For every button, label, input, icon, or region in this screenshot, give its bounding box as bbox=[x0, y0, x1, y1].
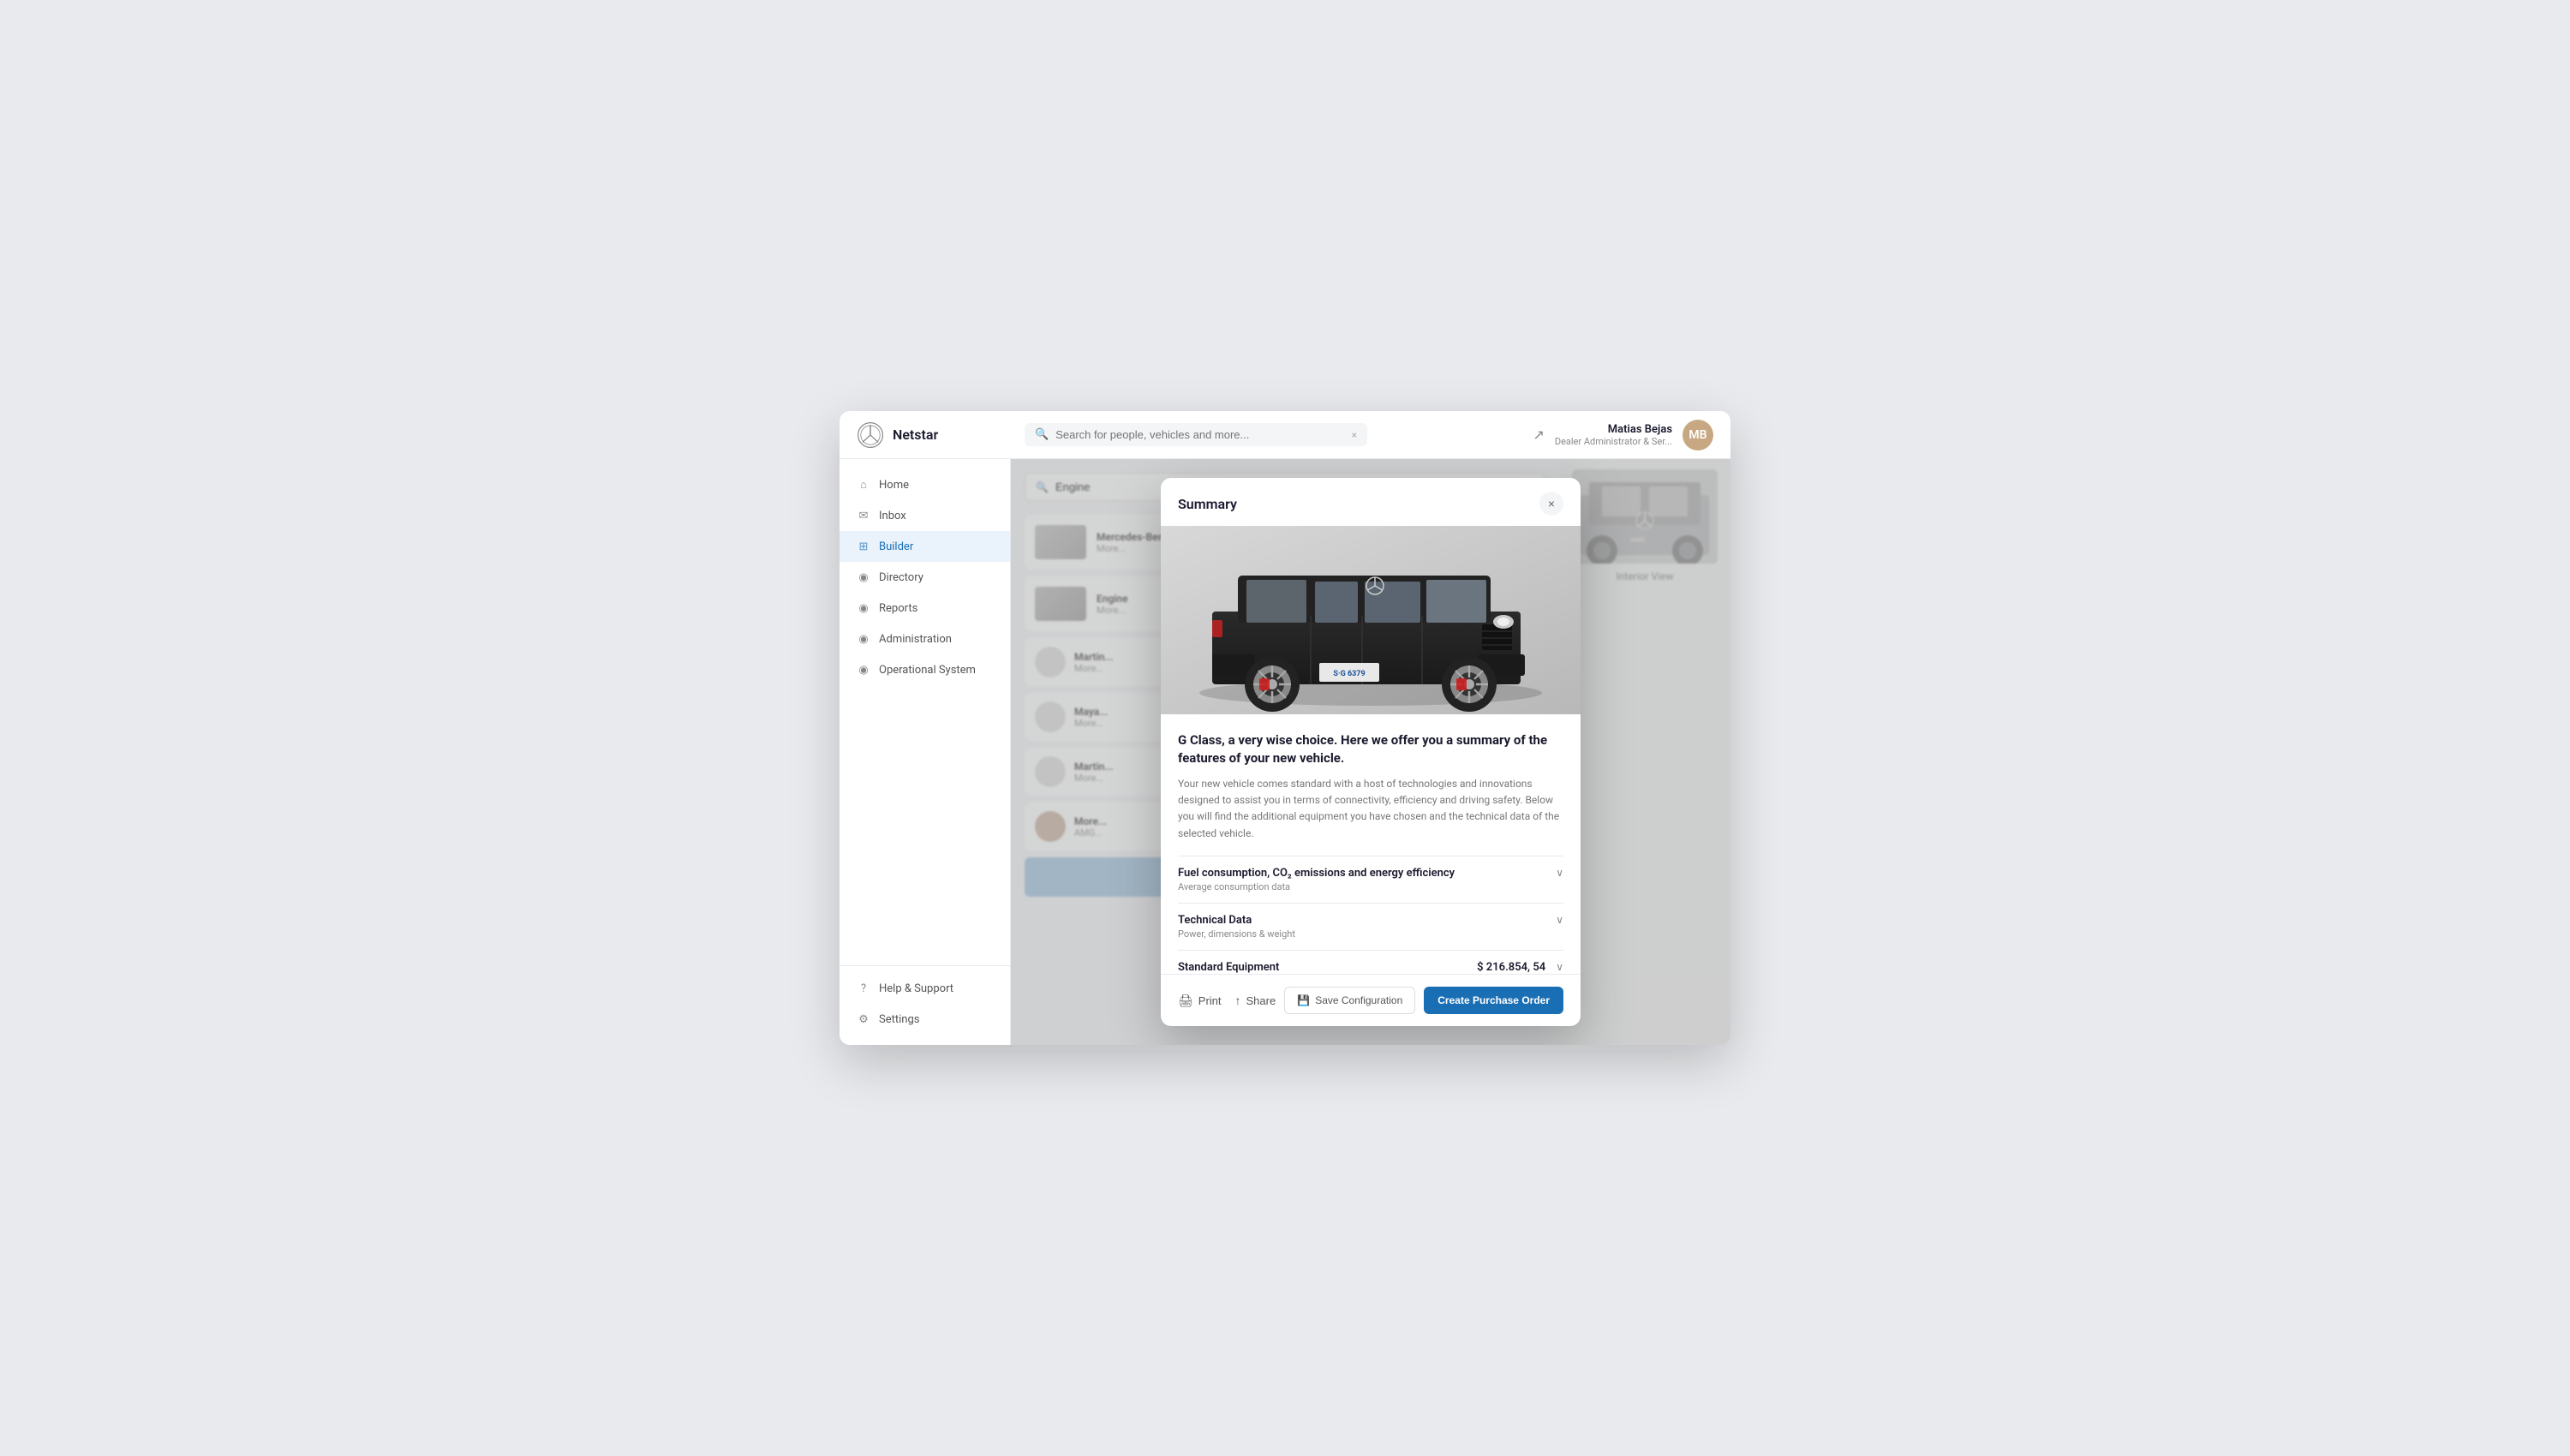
app-container: Netstar 🔍 × ↗ Matias Bejas Dealer Admini… bbox=[840, 411, 1730, 1045]
operational-icon: ◉ bbox=[857, 663, 870, 677]
accordion-technical: Technical Data Power, dimensions & weigh… bbox=[1178, 903, 1563, 950]
sidebar-item-home[interactable]: ⌂ Home bbox=[840, 469, 1010, 500]
search-clear-icon[interactable]: × bbox=[1352, 429, 1357, 441]
user-info: Matias Bejas Dealer Administrator & Ser.… bbox=[1555, 423, 1672, 447]
accordion-fuel-header[interactable]: Fuel consumption, CO₂ emissions and ener… bbox=[1178, 867, 1563, 892]
modal-overlay[interactable]: Summary × bbox=[1011, 459, 1730, 1045]
save-icon: 💾 bbox=[1297, 994, 1310, 1006]
user-name: Matias Bejas bbox=[1555, 423, 1672, 436]
search-icon: 🔍 bbox=[1035, 428, 1049, 441]
sidebar-item-help[interactable]: ? Help & Support bbox=[840, 973, 1010, 1004]
print-icon: 🖨 bbox=[1178, 994, 1193, 1008]
sidebar-bottom: ? Help & Support ⚙ Settings bbox=[840, 965, 1010, 1035]
close-icon: × bbox=[1548, 497, 1555, 510]
create-purchase-order-button[interactable]: Create Purchase Order bbox=[1424, 987, 1563, 1014]
car-hero-image: S·G 6379 bbox=[1161, 526, 1581, 714]
print-button[interactable]: 🖨 Print bbox=[1178, 994, 1222, 1008]
modal-body: G Class, a very wise choice. Here we off… bbox=[1161, 714, 1581, 974]
settings-icon: ⚙ bbox=[857, 1012, 870, 1026]
sidebar-item-builder[interactable]: ⊞ Builder bbox=[840, 531, 1010, 562]
accordion-standard-title: Standard Equipment bbox=[1178, 961, 1477, 974]
topbar-right: ↗ Matias Bejas Dealer Administrator & Se… bbox=[1533, 420, 1713, 451]
builder-icon: ⊞ bbox=[857, 540, 870, 553]
app-title: Netstar bbox=[893, 427, 938, 443]
main-layout: ⌂ Home ✉ Inbox ⊞ Builder ◉ Directory ◉ R… bbox=[840, 459, 1730, 1045]
share-icon: ↑ bbox=[1235, 994, 1241, 1007]
accordion-standard: Standard Equipment Included in MSRP $ 21… bbox=[1178, 950, 1563, 974]
external-link-icon[interactable]: ↗ bbox=[1533, 427, 1544, 443]
reports-icon: ◉ bbox=[857, 601, 870, 615]
summary-modal: Summary × bbox=[1161, 478, 1581, 1026]
inbox-icon: ✉ bbox=[857, 509, 870, 522]
sidebar-item-inbox[interactable]: ✉ Inbox bbox=[840, 500, 1010, 531]
accordion-fuel-sub: Average consumption data bbox=[1178, 881, 1556, 892]
sidebar-item-reports[interactable]: ◉ Reports bbox=[840, 593, 1010, 624]
modal-footer: 🖨 Print ↑ Share 💾 Save Configura bbox=[1161, 974, 1581, 1026]
accordion-fuel: Fuel consumption, CO₂ emissions and ener… bbox=[1178, 856, 1563, 903]
sidebar: ⌂ Home ✉ Inbox ⊞ Builder ◉ Directory ◉ R… bbox=[840, 459, 1011, 1045]
topbar: Netstar 🔍 × ↗ Matias Bejas Dealer Admini… bbox=[840, 411, 1730, 459]
avatar: MB bbox=[1682, 420, 1713, 451]
sidebar-item-settings[interactable]: ⚙ Settings bbox=[840, 1004, 1010, 1035]
chevron-down-icon: ∨ bbox=[1556, 867, 1563, 879]
global-search-bar[interactable]: 🔍 × bbox=[1025, 423, 1367, 446]
content-area: 🔍 × Mercedes-Benz More... Engine bbox=[1011, 459, 1730, 1045]
logo-area: Netstar bbox=[857, 421, 1011, 449]
search-input[interactable] bbox=[1055, 428, 1344, 441]
modal-description: Your new vehicle comes standard with a h… bbox=[1178, 776, 1563, 842]
help-icon: ? bbox=[857, 982, 870, 995]
home-icon: ⌂ bbox=[857, 478, 870, 492]
modal-header: Summary × bbox=[1161, 478, 1581, 526]
accordion-technical-sub: Power, dimensions & weight bbox=[1178, 928, 1556, 940]
user-role: Dealer Administrator & Ser... bbox=[1555, 436, 1672, 447]
standard-equipment-price: $ 216.854, 54 bbox=[1477, 961, 1545, 974]
save-configuration-button[interactable]: 💾 Save Configuration bbox=[1284, 987, 1415, 1014]
accordion-technical-title: Technical Data bbox=[1178, 914, 1556, 927]
accordion-technical-header[interactable]: Technical Data Power, dimensions & weigh… bbox=[1178, 914, 1563, 940]
chevron-down-icon: ∨ bbox=[1556, 961, 1563, 973]
accordion-standard-header[interactable]: Standard Equipment Included in MSRP $ 21… bbox=[1178, 961, 1563, 974]
administration-icon: ◉ bbox=[857, 632, 870, 646]
svg-text:S·G 6379: S·G 6379 bbox=[1333, 670, 1365, 678]
footer-left-actions: 🖨 Print ↑ Share bbox=[1178, 994, 1276, 1008]
modal-close-button[interactable]: × bbox=[1539, 492, 1563, 516]
modal-title: Summary bbox=[1178, 496, 1237, 512]
logo-icon bbox=[857, 421, 884, 449]
accordion-fuel-title: Fuel consumption, CO₂ emissions and ener… bbox=[1178, 867, 1556, 880]
directory-icon: ◉ bbox=[857, 570, 870, 584]
footer-right-actions: 💾 Save Configuration Create Purchase Ord… bbox=[1284, 987, 1563, 1014]
sidebar-item-operational[interactable]: ◉ Operational System bbox=[840, 654, 1010, 685]
chevron-down-icon: ∨ bbox=[1556, 914, 1563, 926]
sidebar-item-administration[interactable]: ◉ Administration bbox=[840, 624, 1010, 654]
share-button[interactable]: ↑ Share bbox=[1235, 994, 1276, 1007]
sidebar-item-directory[interactable]: ◉ Directory bbox=[840, 562, 1010, 593]
modal-headline: G Class, a very wise choice. Here we off… bbox=[1178, 731, 1563, 767]
